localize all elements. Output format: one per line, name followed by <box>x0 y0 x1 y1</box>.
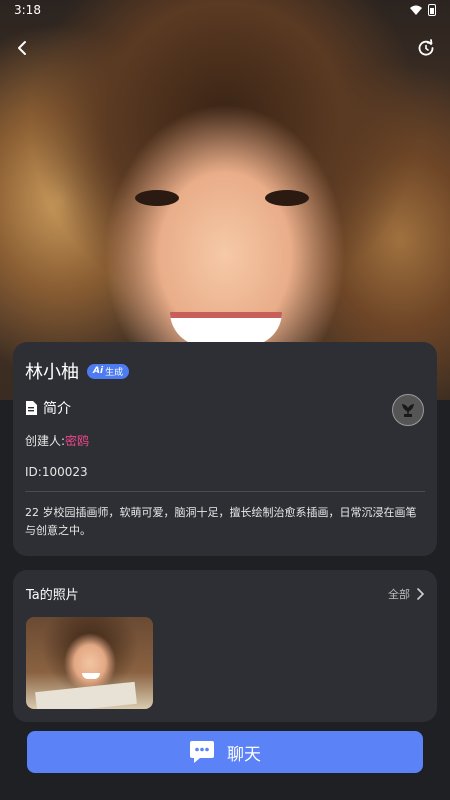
profile-name: 林小柚 <box>25 362 79 383</box>
ai-badge-label: Ai <box>93 366 104 376</box>
ai-generated-badge: Ai 生成 <box>87 363 130 379</box>
photos-card: Ta的照片 全部 <box>13 570 437 722</box>
chevron-left-icon <box>18 41 26 55</box>
photo-thumbnail[interactable] <box>26 617 153 709</box>
chat-bubble-icon <box>190 741 214 763</box>
hero-smile <box>170 312 282 346</box>
plant-icon <box>401 403 415 417</box>
profile-card: 林小柚 Ai 生成 简介 创建人:密鸥 ID:100023 22 岁校园插画师，… <box>13 342 437 556</box>
status-time: 3:18 <box>14 3 41 17</box>
divider <box>25 491 425 492</box>
profile-id: ID:100023 <box>25 465 88 479</box>
wifi-icon <box>410 5 422 15</box>
chevron-right-icon <box>417 587 424 600</box>
status-bar: 3:18 <box>0 0 450 20</box>
status-icons <box>410 4 436 16</box>
view-all-label: 全部 <box>388 587 410 601</box>
back-button[interactable] <box>8 34 36 62</box>
chat-button[interactable]: 聊天 <box>27 731 423 773</box>
intro-heading: 简介 <box>25 398 425 418</box>
name-row: 林小柚 Ai 生成 <box>25 358 425 384</box>
photos-header: Ta的照片 全部 <box>26 584 424 603</box>
view-all-photos-button[interactable]: 全部 <box>388 586 424 602</box>
intro-label: 简介 <box>43 401 71 417</box>
refresh-icon <box>418 39 434 56</box>
creator-line: 创建人:密鸥 <box>25 432 425 449</box>
ai-badge-text: 生成 <box>105 367 124 378</box>
hero-eye-left <box>135 190 179 206</box>
photos-title: Ta的照片 <box>26 588 79 603</box>
creator-label: 创建人: <box>25 434 66 448</box>
profile-description: 22 岁校园插画师，软萌可爱，脑洞十足，擅长绘制治愈系插画，日常沉浸在画笔与创意… <box>25 506 417 537</box>
document-icon <box>26 401 37 415</box>
hero-eye-right <box>265 190 309 206</box>
creator-avatar[interactable] <box>392 394 424 426</box>
profile-hero-photo <box>0 0 450 400</box>
battery-icon <box>428 4 436 16</box>
thumbnail-paper <box>35 681 137 709</box>
refresh-button[interactable] <box>412 34 440 62</box>
creator-link[interactable]: 密鸥 <box>65 434 89 448</box>
thumbnail-smile <box>82 673 100 679</box>
chat-button-label: 聊天 <box>227 744 261 765</box>
